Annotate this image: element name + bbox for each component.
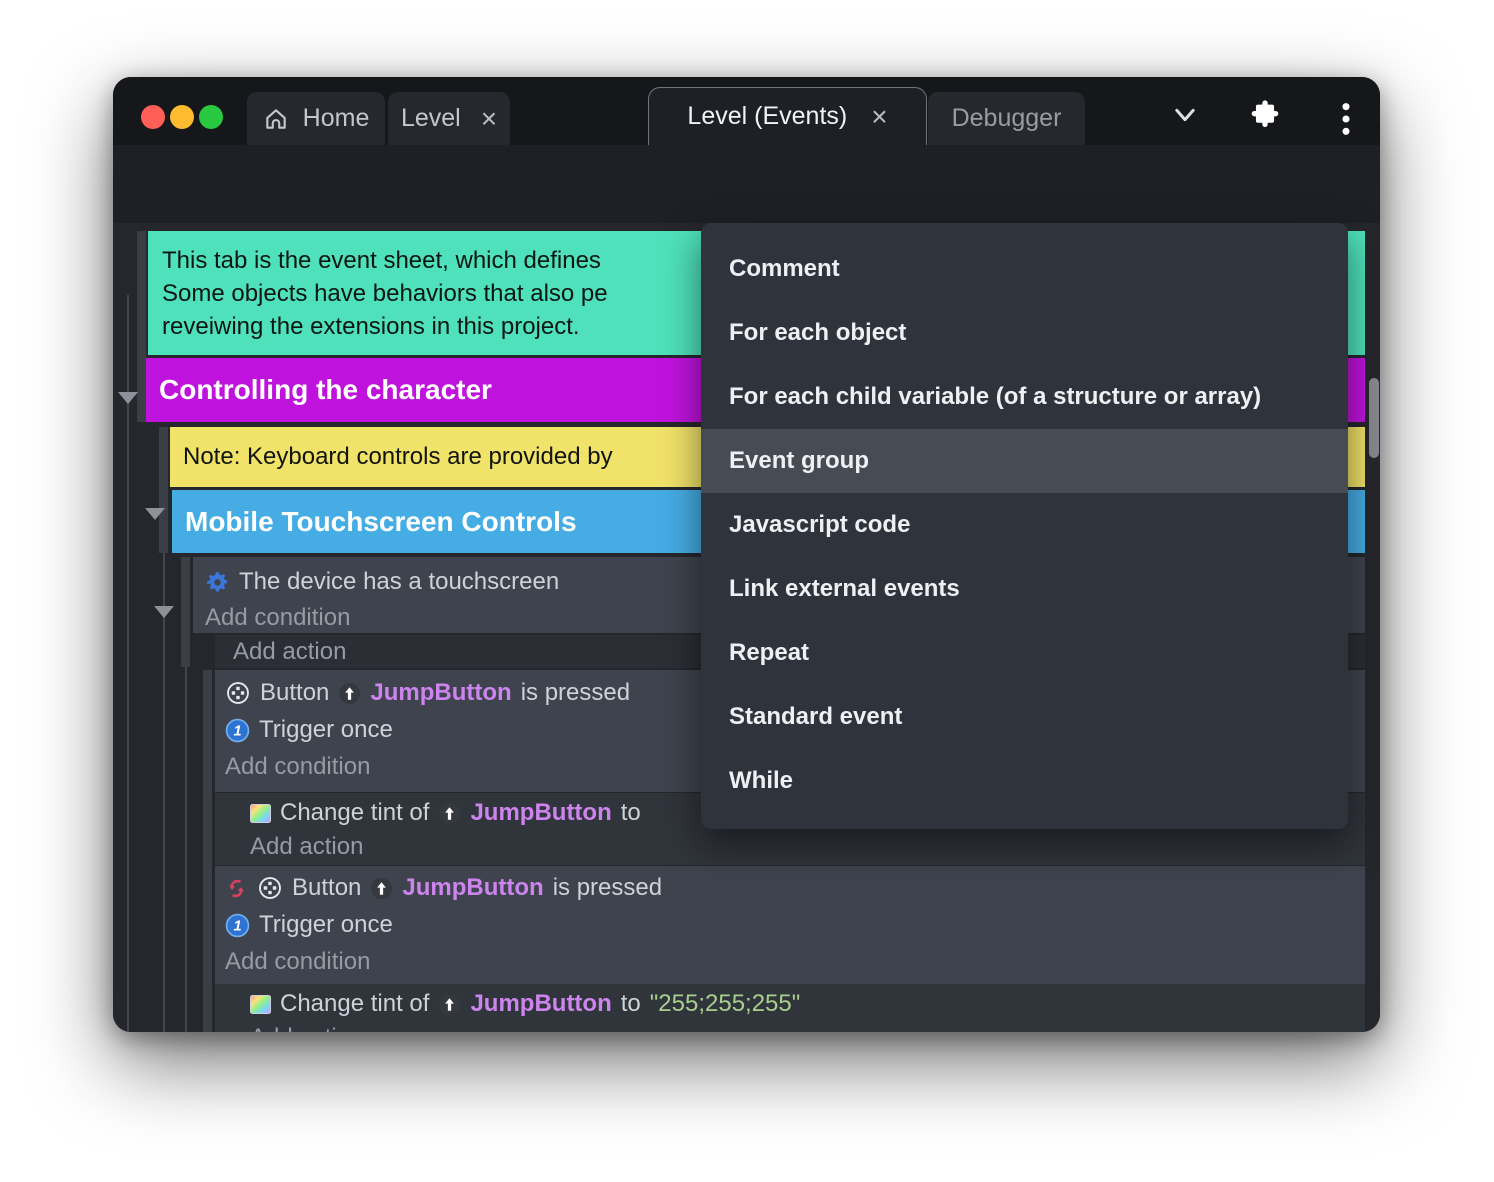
tab-home-label: Home — [302, 104, 370, 132]
traffic-light-close[interactable] — [141, 105, 165, 129]
event-margin-bar[interactable] — [159, 427, 168, 553]
gamepad-icon — [257, 875, 283, 901]
event-margin-bar[interactable] — [181, 557, 190, 667]
object-type: Button — [292, 874, 362, 901]
puzzle-icon[interactable] — [1249, 99, 1281, 131]
tab-home[interactable]: Home — [247, 92, 385, 145]
trigger-once-icon: 1 — [225, 718, 250, 743]
tab-level-label: Level — [400, 104, 461, 132]
tab-level-events[interactable]: Level (Events) × — [648, 87, 927, 145]
menu-item-repeat[interactable]: Repeat — [701, 621, 1348, 685]
collapse-arrow-icon[interactable] — [154, 606, 174, 618]
svg-text:1: 1 — [233, 918, 241, 934]
app-window: Home Level × Level (Events) × Debugger T… — [113, 77, 1380, 1032]
indent-guide — [127, 295, 129, 1032]
chevron-down-icon[interactable] — [1171, 103, 1199, 127]
add-action-link[interactable]: Add action — [250, 831, 363, 863]
traffic-light-zoom[interactable] — [199, 105, 223, 129]
condition-row-button-pressed[interactable]: Button JumpButton is pressed — [225, 677, 630, 709]
menu-item-event-group[interactable]: Event group — [701, 429, 1348, 493]
tab-level[interactable]: Level × — [388, 92, 510, 145]
home-icon — [263, 106, 289, 132]
condition-text: is pressed — [552, 874, 663, 901]
gear-icon — [205, 570, 230, 595]
menu-item-standard-event[interactable]: Standard event — [701, 685, 1348, 749]
add-condition-link[interactable]: Add condition — [225, 946, 370, 978]
add-action-link[interactable]: Add action — [250, 1022, 363, 1032]
condition-row-button-pressed[interactable]: Button JumpButton is pressed — [225, 872, 662, 904]
action-text: to — [620, 799, 641, 826]
tint-icon — [250, 803, 271, 823]
close-icon[interactable]: × — [481, 104, 497, 133]
condition-text: Trigger once — [259, 911, 393, 938]
action-text: Change tint of — [280, 990, 430, 1017]
condition-row-touchscreen[interactable]: The device has a touchscreen — [205, 566, 559, 598]
tint-icon — [250, 994, 271, 1014]
menu-item-for-each-child-variable[interactable]: For each child variable (of a structure … — [701, 365, 1348, 429]
condition-text: is pressed — [520, 679, 631, 706]
red-swap-arrows-icon — [225, 876, 248, 901]
instance-arrow-badge-icon — [438, 802, 461, 825]
add-condition-link[interactable]: Add condition — [205, 602, 350, 634]
tab-bar: Home Level × Level (Events) × Debugger — [113, 77, 1380, 145]
collapse-arrow-icon[interactable] — [145, 508, 165, 520]
menu-item-javascript-code[interactable]: Javascript code — [701, 493, 1348, 557]
add-action-link[interactable]: Add action — [233, 636, 346, 668]
action-text: Change tint of — [280, 799, 430, 826]
event-margin-bar[interactable] — [203, 670, 212, 1032]
menu-item-while[interactable]: While — [701, 749, 1348, 813]
condition-row-trigger-once[interactable]: 1 Trigger once — [225, 909, 393, 941]
add-condition-link[interactable]: Add condition — [225, 751, 370, 783]
menu-item-for-each-object[interactable]: For each object — [701, 301, 1348, 365]
condition-text: The device has a touchscreen — [239, 568, 560, 595]
object-name: JumpButton — [370, 679, 512, 706]
svg-text:1: 1 — [233, 723, 241, 739]
instance-arrow-badge-icon — [438, 993, 461, 1016]
collapse-arrow-icon[interactable] — [118, 392, 138, 404]
menu-item-link-external-events[interactable]: Link external events — [701, 557, 1348, 621]
object-name: JumpButton — [402, 874, 544, 901]
instance-arrow-badge-icon — [370, 877, 393, 900]
action-row-change-tint[interactable]: Change tint of JumpButton to "255;255;25… — [250, 988, 800, 1020]
instance-arrow-badge-icon — [338, 682, 361, 705]
action-row-change-tint[interactable]: Change tint of JumpButton to — [250, 797, 641, 829]
object-name: JumpButton — [470, 799, 612, 826]
menu-item-comment[interactable]: Comment — [701, 237, 1348, 301]
kebab-menu-icon[interactable] — [1339, 102, 1353, 136]
event-sheet-toolbar — [113, 145, 1380, 287]
trigger-once-icon: 1 — [225, 913, 250, 938]
close-icon[interactable]: × — [871, 102, 887, 131]
condition-row-trigger-once[interactable]: 1 Trigger once — [225, 714, 393, 746]
traffic-light-minimize[interactable] — [170, 105, 194, 129]
gamepad-icon — [225, 680, 251, 706]
action-value: "255;255;255" — [649, 990, 801, 1017]
object-type: Button — [260, 679, 330, 706]
event-margin-bar[interactable] — [137, 231, 146, 422]
tab-debugger[interactable]: Debugger — [928, 92, 1085, 145]
vertical-scrollbar[interactable] — [1369, 378, 1379, 458]
add-event-context-menu: Comment For each object For each child v… — [701, 223, 1348, 829]
tab-level-events-label: Level (Events) — [687, 102, 848, 130]
tab-debugger-label: Debugger — [951, 104, 1062, 132]
condition-text: Trigger once — [259, 716, 393, 743]
object-name: JumpButton — [470, 990, 612, 1017]
action-text: to — [620, 990, 641, 1017]
